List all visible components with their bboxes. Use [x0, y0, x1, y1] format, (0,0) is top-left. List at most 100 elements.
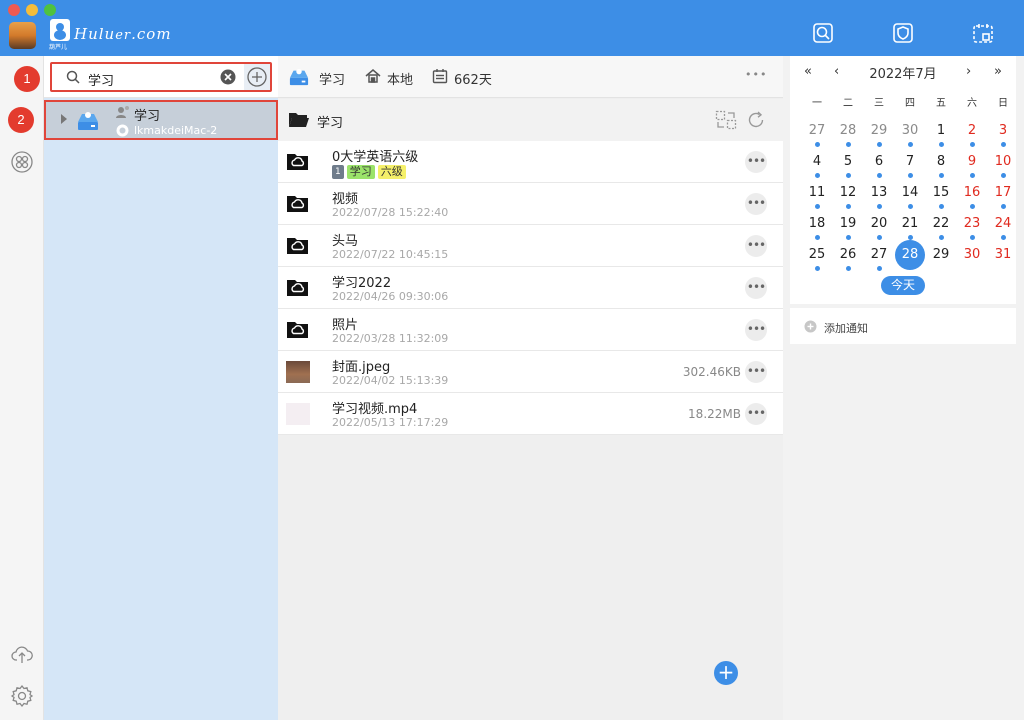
file-more-button[interactable]: •••: [745, 151, 767, 173]
tree-item-library[interactable]: 学习 lkmakdeiMac-2: [44, 100, 278, 140]
tag-badge[interactable]: 六级: [377, 165, 406, 179]
cloud-folder-icon: [286, 278, 310, 298]
header-more-button[interactable]: •••: [745, 68, 767, 81]
file-row[interactable]: 封面.jpeg 2022/04/02 15:13:39 302.46KB •••: [278, 351, 783, 393]
today-button[interactable]: 今天: [881, 276, 925, 295]
expand-arrow-icon[interactable]: [60, 113, 68, 129]
calendar-day[interactable]: 3: [988, 120, 1018, 150]
calendar-day[interactable]: 1: [926, 120, 956, 150]
file-name: 视频: [332, 192, 359, 207]
calendar-day[interactable]: 17: [988, 182, 1018, 212]
calendar-day[interactable]: 28: [833, 120, 863, 150]
cloud-folder-icon: [286, 194, 310, 214]
calendar-day[interactable]: 28: [895, 240, 925, 270]
calendar-day-number: 18: [808, 216, 826, 231]
settings-icon[interactable]: [10, 684, 34, 708]
calendar-day[interactable]: 5: [833, 151, 863, 181]
add-notification-label: 添加通知: [824, 322, 868, 335]
calendar-day-number: 16: [963, 185, 981, 200]
event-dot: [970, 173, 975, 178]
tag-badge[interactable]: 学习: [346, 165, 375, 179]
calendar-day[interactable]: 7: [895, 151, 925, 181]
file-more-button[interactable]: •••: [745, 361, 767, 383]
shield-icon[interactable]: [892, 22, 914, 44]
file-row[interactable]: 0大学英语六级 1 学习 六级 •••: [278, 141, 783, 183]
weekday-label: 一: [812, 98, 822, 109]
calendar-day[interactable]: 23: [957, 213, 987, 243]
logo-subtitle: 葫芦儿: [49, 44, 68, 51]
sync-icon[interactable]: [715, 110, 737, 134]
calendar-day-number: 17: [994, 185, 1012, 200]
cloud-upload-icon[interactable]: [10, 642, 34, 666]
calendar-day[interactable]: 9: [957, 151, 987, 181]
calendar-day[interactable]: 27: [802, 120, 832, 150]
search-history-icon[interactable]: [812, 22, 834, 44]
calendar-day[interactable]: 29: [926, 244, 956, 274]
calendar-day[interactable]: 30: [895, 120, 925, 150]
calendar-day[interactable]: 18: [802, 213, 832, 243]
close-window-button[interactable]: [8, 4, 20, 16]
add-notification[interactable]: 添加通知: [790, 308, 1016, 344]
event-dot: [970, 204, 975, 209]
calendar-day[interactable]: 31: [988, 244, 1018, 274]
calendar-day[interactable]: 30: [957, 244, 987, 274]
file-row[interactable]: 头马 2022/07/22 10:45:15 •••: [278, 225, 783, 267]
event-dot: [846, 266, 851, 271]
event-dot: [815, 235, 820, 240]
file-more-button[interactable]: •••: [745, 403, 767, 425]
calendar-day[interactable]: 2: [957, 120, 987, 150]
file-name: 照片: [332, 318, 359, 333]
file-date: 2022/04/02 15:13:39: [332, 374, 449, 387]
avatar[interactable]: [9, 22, 36, 49]
calendar-day[interactable]: 13: [864, 182, 894, 212]
calendar-day[interactable]: 24: [988, 213, 1018, 243]
add-library-button[interactable]: [244, 64, 270, 90]
calendar-day[interactable]: 19: [833, 213, 863, 243]
calendar-day[interactable]: 4: [802, 151, 832, 181]
add-button[interactable]: +: [714, 661, 738, 685]
file-row[interactable]: 学习2022 2022/04/26 09:30:06 •••: [278, 267, 783, 309]
calendar-day[interactable]: 10: [988, 151, 1018, 181]
calendar-day[interactable]: 8: [926, 151, 956, 181]
calendar-day[interactable]: 12: [833, 182, 863, 212]
calendar-icon[interactable]: [972, 22, 994, 44]
apps-icon[interactable]: [10, 150, 34, 174]
calendar-day[interactable]: 29: [864, 120, 894, 150]
breadcrumb: 学习: [278, 99, 783, 141]
search-input[interactable]: 学习: [50, 62, 272, 92]
calendar-day[interactable]: 20: [864, 213, 894, 243]
calendar-day-number: 13: [870, 185, 888, 200]
calendar-day[interactable]: 27: [864, 244, 894, 274]
calendar-panel: « ‹ 2022年7月 › » 今天 一二三四五六日 27 28 29 30 1 2 3 4 5 6…: [783, 56, 1024, 720]
logo-icon: [50, 19, 70, 41]
calendar-day-number: 28: [901, 247, 919, 262]
calendar-day[interactable]: 16: [957, 182, 987, 212]
minimize-window-button[interactable]: [26, 4, 38, 16]
file-more-button[interactable]: •••: [745, 193, 767, 215]
next-year-button[interactable]: »: [994, 64, 1002, 79]
calendar-day[interactable]: 11: [802, 182, 832, 212]
calendar-day[interactable]: 6: [864, 151, 894, 181]
calendar-day[interactable]: 22: [926, 213, 956, 243]
file-row[interactable]: 照片 2022/03/28 11:32:09 •••: [278, 309, 783, 351]
event-dot: [815, 204, 820, 209]
breadcrumb-folder[interactable]: 学习: [317, 112, 343, 131]
file-more-button[interactable]: •••: [745, 235, 767, 257]
event-dot: [815, 266, 820, 271]
calendar-day[interactable]: 25: [802, 244, 832, 274]
weekday-label: 五: [936, 98, 946, 109]
zoom-window-button[interactable]: [44, 4, 56, 16]
clear-search-icon[interactable]: [220, 69, 236, 89]
calendar-day[interactable]: 15: [926, 182, 956, 212]
calendar-day[interactable]: 21: [895, 213, 925, 243]
calendar-day-number: 8: [936, 154, 946, 169]
calendar-day[interactable]: 14: [895, 182, 925, 212]
calendar-day[interactable]: 26: [833, 244, 863, 274]
refresh-icon[interactable]: [746, 110, 766, 134]
file-more-button[interactable]: •••: [745, 319, 767, 341]
video-thumbnail: [286, 403, 310, 425]
file-row[interactable]: 视频 2022/07/28 15:22:40 •••: [278, 183, 783, 225]
file-more-button[interactable]: •••: [745, 277, 767, 299]
next-month-button[interactable]: ›: [966, 64, 971, 79]
file-row[interactable]: 学习视频.mp4 2022/05/13 17:17:29 18.22MB •••: [278, 393, 783, 435]
